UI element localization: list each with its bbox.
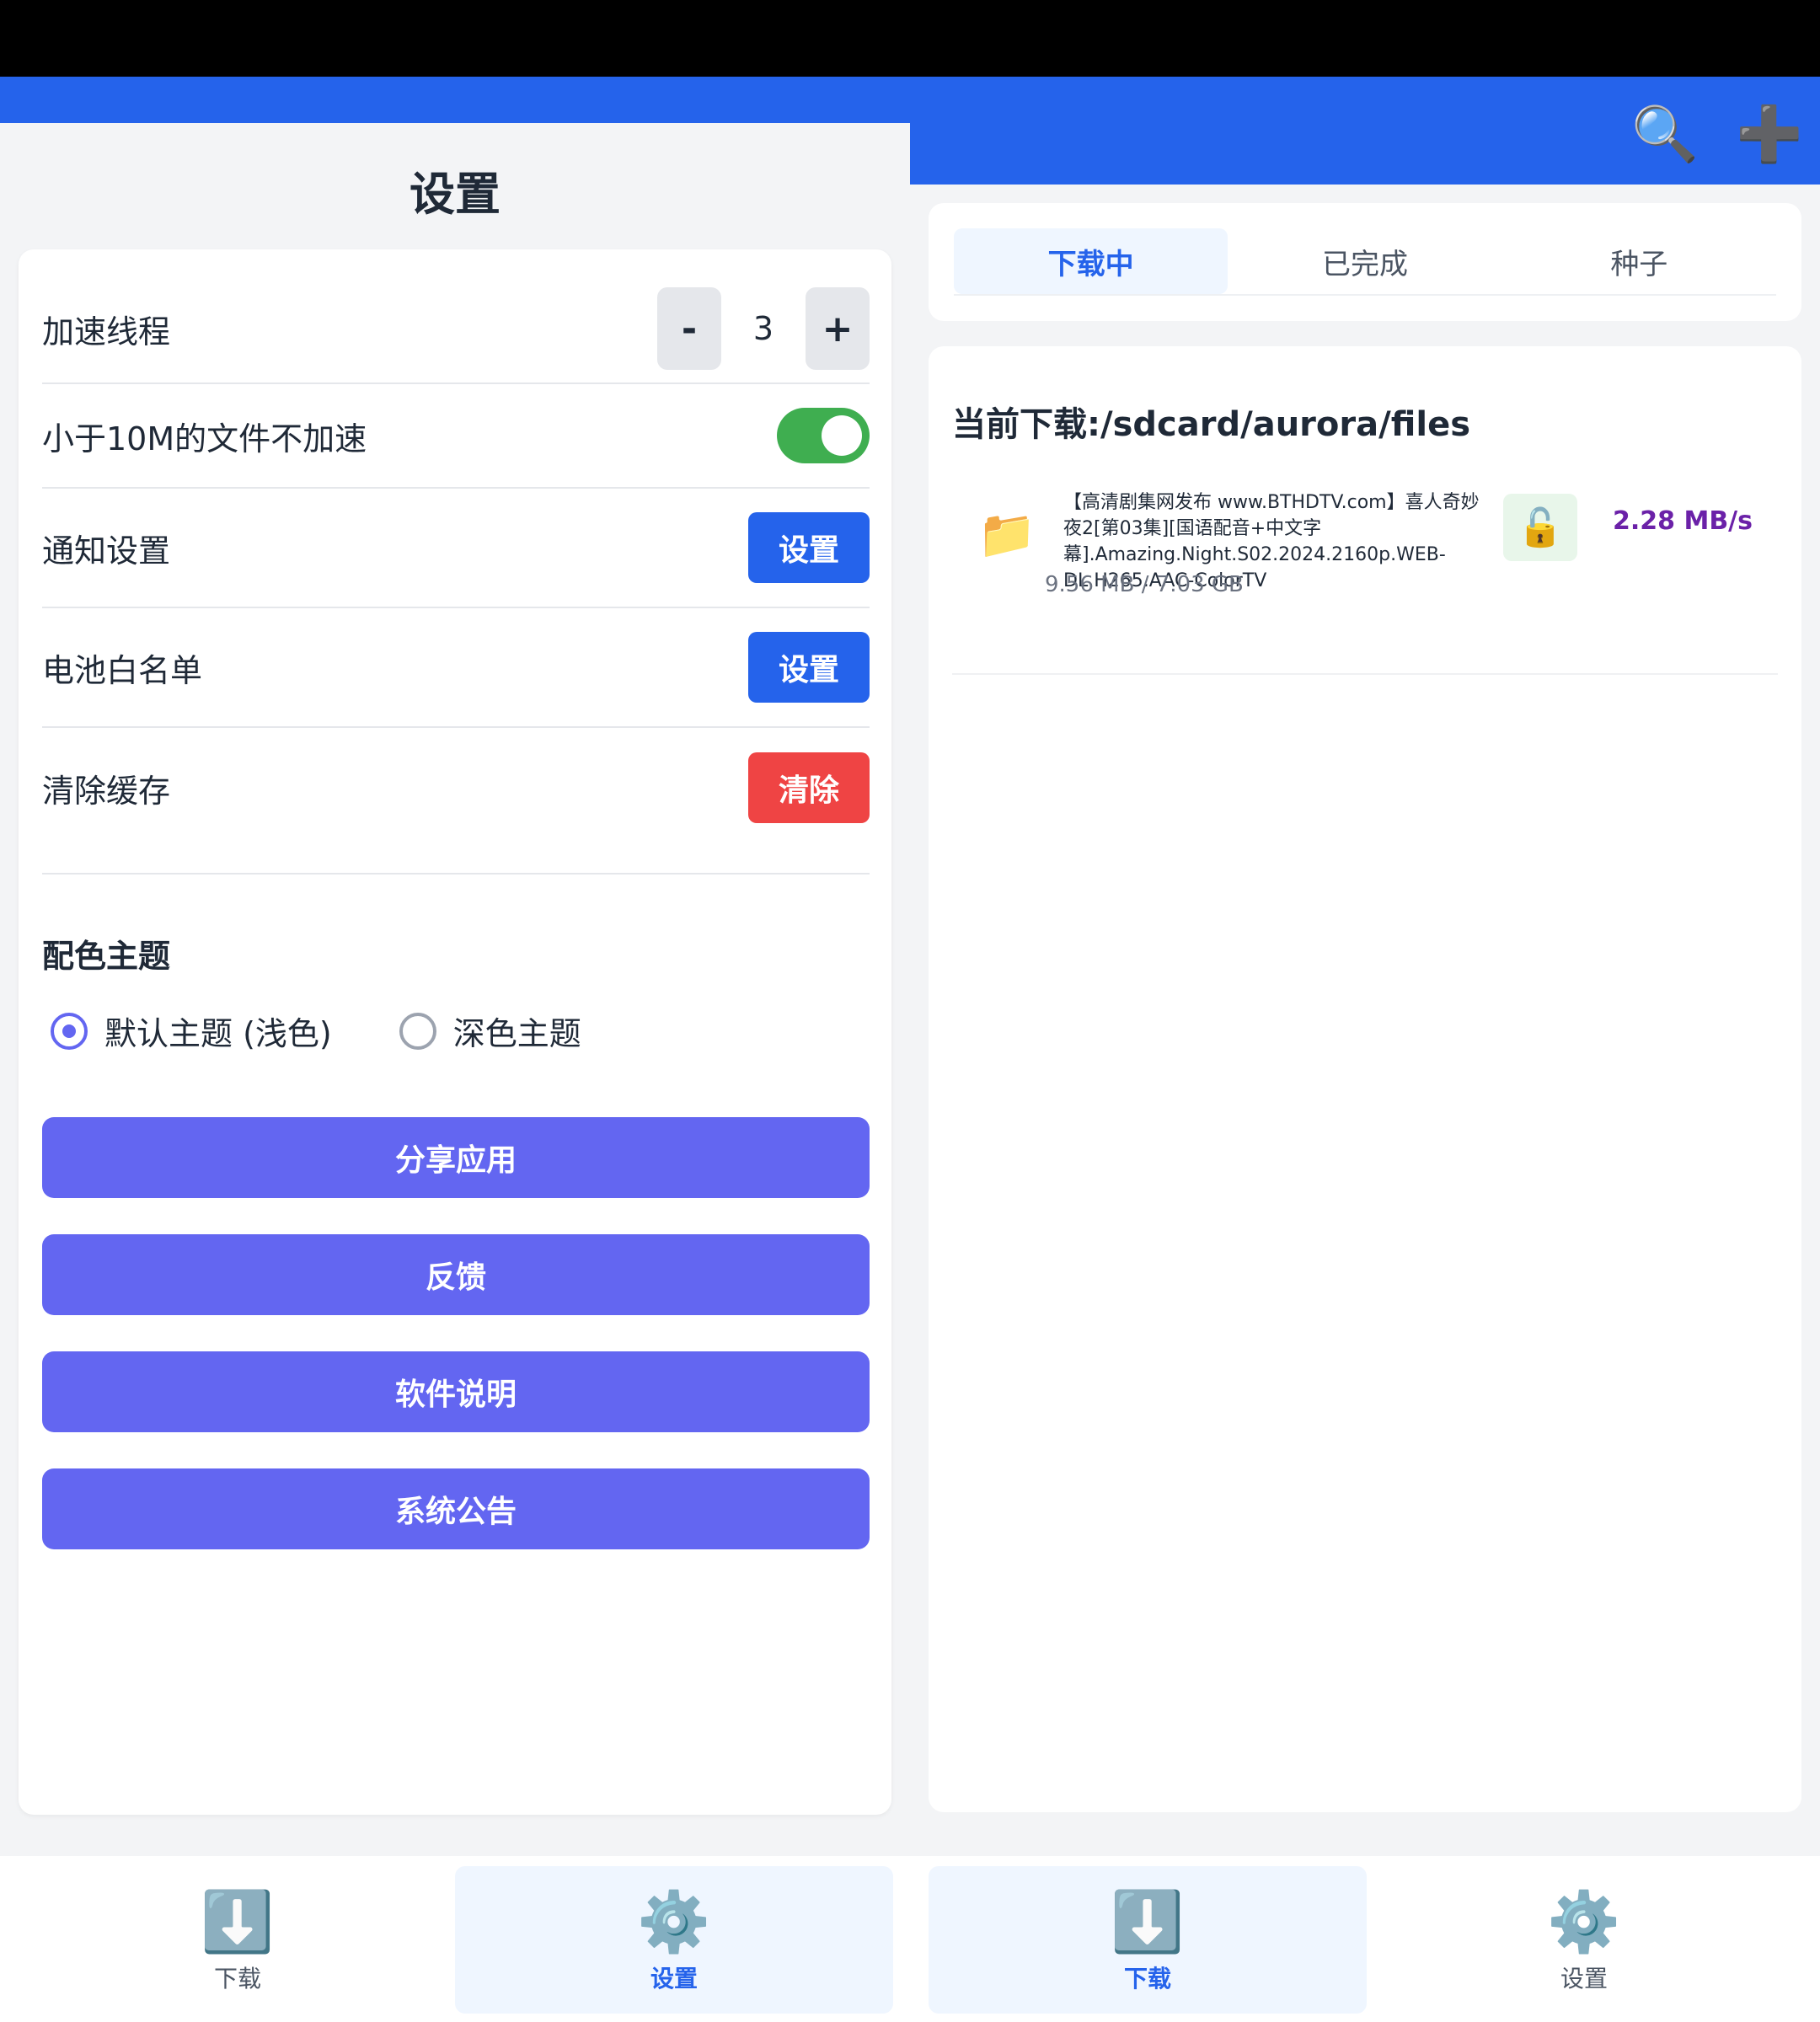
nav-download-right[interactable]: ⬇️ 下载 — [929, 1866, 1367, 2014]
gear-icon: ⚙️ — [1547, 1886, 1621, 1956]
tab-torrents[interactable]: 种子 — [1502, 228, 1776, 294]
nav-download-left[interactable]: ⬇️ 下载 — [19, 1866, 457, 2014]
nav-label: 设置 — [650, 1964, 698, 1993]
notification-label: 通知设置 — [42, 532, 171, 570]
tabs-card: 下载中 已完成 种子 — [929, 203, 1801, 321]
radio-dark-theme[interactable] — [399, 1012, 436, 1050]
battery-settings-button[interactable]: 设置 — [748, 632, 870, 703]
settings-card: 加速线程 - 3 + 小于10M的文件不加速 通知设置 设置 电池白名单 设置 … — [19, 249, 891, 1815]
downloads-pane: 下载中 已完成 种子 当前下载:/sdcard/aurora/files 📁 【… — [910, 185, 1820, 1856]
theme-title: 配色主题 — [42, 938, 171, 975]
threads-label: 加速线程 — [42, 313, 171, 350]
dark-theme-label[interactable]: 深色主题 — [453, 1008, 581, 1054]
plus-icon[interactable]: ➕ — [1736, 101, 1803, 168]
nav-settings-left[interactable]: ⚙️ 设置 — [455, 1866, 893, 2014]
small-file-toggle[interactable] — [777, 408, 870, 463]
gear-icon: ⚙️ — [637, 1886, 711, 1956]
row-small-file: 小于10M的文件不加速 — [42, 384, 870, 489]
software-info-button[interactable]: 软件说明 — [42, 1351, 870, 1432]
page-title: 设置 — [410, 168, 500, 221]
notification-settings-button[interactable]: 设置 — [748, 512, 870, 583]
settings-pane: 设置 加速线程 - 3 + 小于10M的文件不加速 通知设置 设置 电池白名单 … — [0, 123, 910, 1856]
tab-downloading[interactable]: 下载中 — [954, 228, 1228, 294]
download-speed: 2.28 MB/s — [1613, 506, 1753, 536]
battery-label: 电池白名单 — [42, 651, 203, 689]
row-battery: 电池白名单 设置 — [42, 608, 870, 728]
row-notification: 通知设置 设置 — [42, 489, 870, 608]
list-item[interactable]: 📁 【高清剧集网发布 www.BTHDTV.com】喜人奇妙夜2[第03集][国… — [952, 481, 1778, 675]
download-icon: ⬇️ — [1111, 1886, 1185, 1956]
download-path-title: 当前下载:/sdcard/aurora/files — [952, 405, 1471, 444]
download-size: 9.56 MB / 7.03 GB — [1045, 572, 1244, 597]
share-app-button[interactable]: 分享应用 — [42, 1117, 870, 1198]
bottom-nav: ⬇️ 下载 ⚙️ 设置 ⬇️ 下载 ⚙️ 设置 — [0, 1856, 1820, 2022]
row-cache: 清除缓存 清除 — [42, 728, 870, 875]
search-icon[interactable]: 🔍 — [1631, 101, 1699, 168]
radio-light-theme[interactable] — [51, 1012, 88, 1050]
tab-completed[interactable]: 已完成 — [1228, 228, 1502, 294]
nav-label: 设置 — [1560, 1964, 1608, 1993]
decrement-button[interactable]: - — [657, 287, 721, 370]
announcement-button[interactable]: 系统公告 — [42, 1468, 870, 1549]
unlock-icon[interactable]: 🔓 — [1503, 494, 1577, 561]
threads-stepper: - 3 + — [657, 287, 870, 370]
download-icon: ⬇️ — [201, 1886, 275, 1956]
feedback-button[interactable]: 反馈 — [42, 1234, 870, 1315]
small-file-label: 小于10M的文件不加速 — [42, 420, 367, 457]
clear-cache-button[interactable]: 清除 — [748, 752, 870, 823]
nav-label: 下载 — [1123, 1964, 1171, 1993]
status-bar — [0, 0, 1820, 77]
nav-label: 下载 — [213, 1964, 261, 1993]
theme-radio-group: 默认主题 (浅色) 深色主题 — [51, 1008, 581, 1054]
light-theme-label[interactable]: 默认主题 (浅色) — [104, 1008, 332, 1054]
cache-label: 清除缓存 — [42, 772, 171, 810]
row-threads: 加速线程 - 3 + — [42, 275, 870, 384]
threads-value: 3 — [752, 310, 774, 347]
increment-button[interactable]: + — [806, 287, 870, 370]
download-list-card: 当前下载:/sdcard/aurora/files 📁 【高清剧集网发布 www… — [929, 346, 1801, 1812]
toggle-knob — [822, 415, 862, 456]
nav-settings-right[interactable]: ⚙️ 设置 — [1365, 1866, 1803, 2014]
app-header-band — [0, 77, 1820, 123]
folder-icon: 📁 — [977, 507, 1036, 562]
tab-bar: 下载中 已完成 种子 — [954, 228, 1776, 296]
